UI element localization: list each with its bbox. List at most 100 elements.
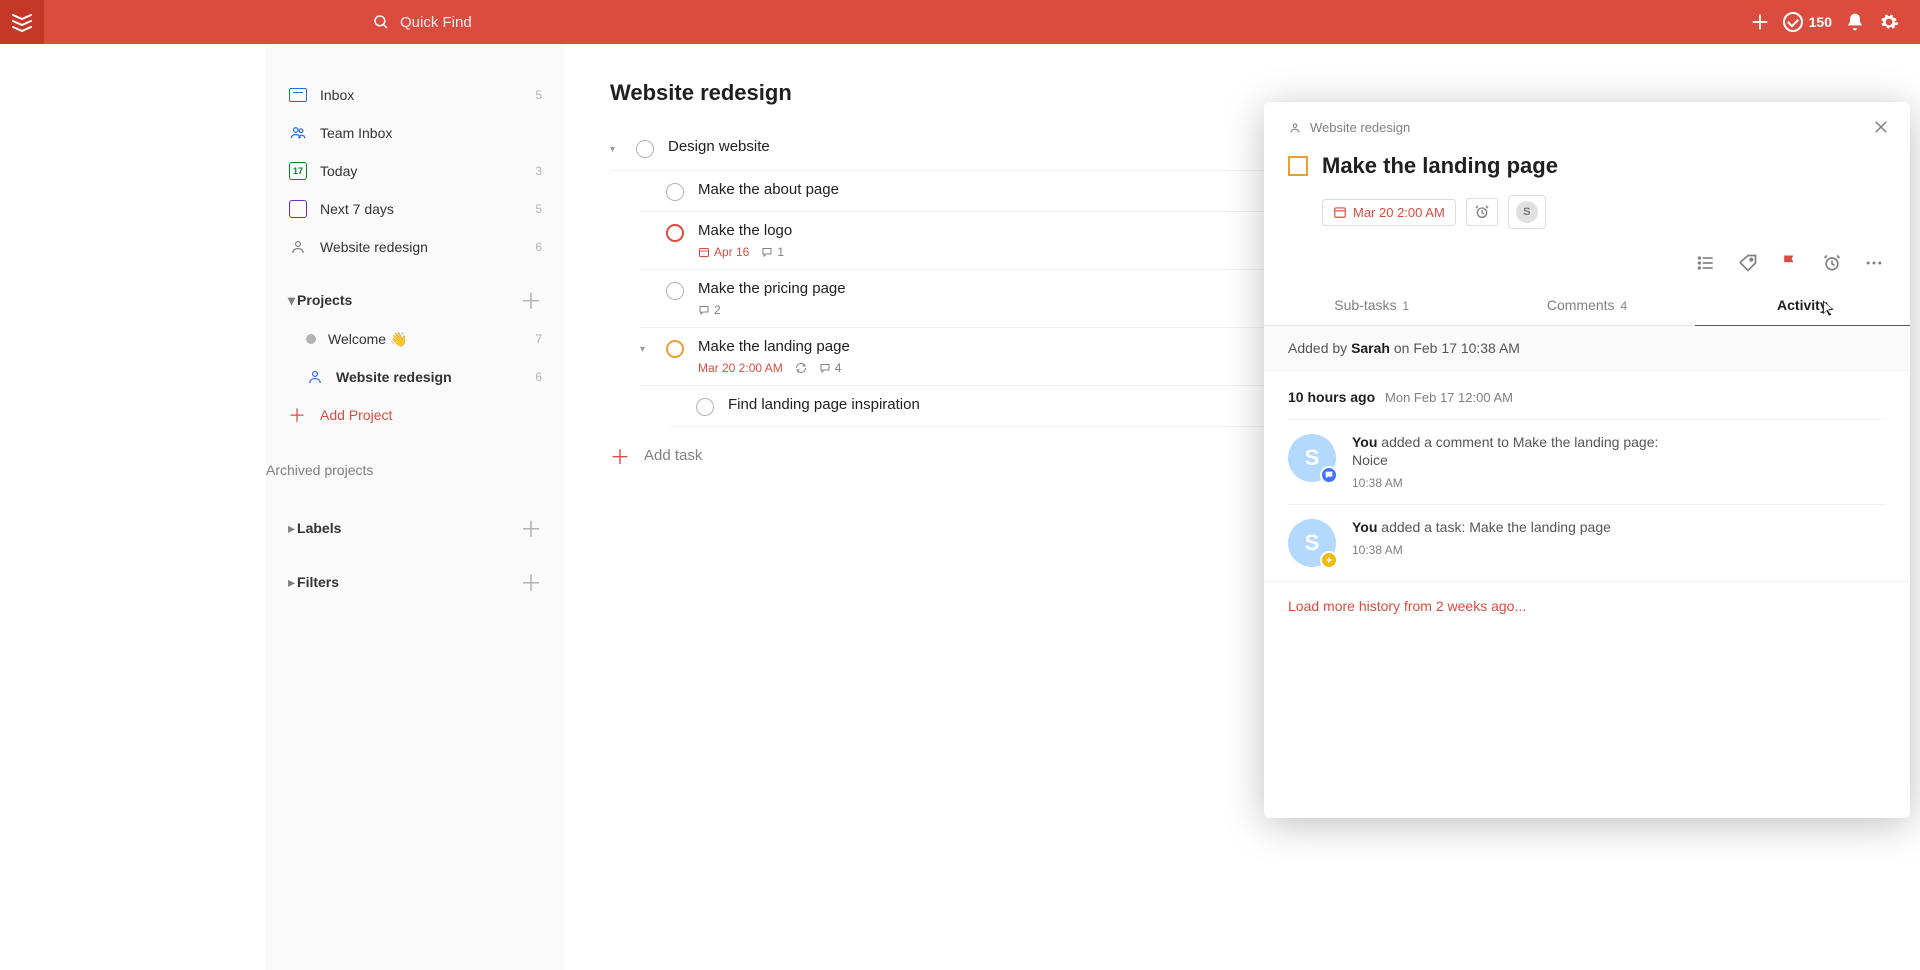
project-welcome-label: Welcome 👋 bbox=[328, 331, 407, 348]
chevron-down-icon[interactable]: ▾ bbox=[640, 344, 652, 355]
assignee-chip[interactable]: S bbox=[1508, 195, 1546, 229]
team-icon bbox=[288, 124, 308, 142]
task-checkbox[interactable] bbox=[636, 140, 654, 158]
notifications-button[interactable] bbox=[1838, 5, 1872, 39]
add-task-button[interactable] bbox=[1743, 5, 1777, 39]
task-checkbox[interactable] bbox=[1288, 156, 1308, 176]
sidebar-next7-label: Next 7 days bbox=[320, 201, 394, 217]
sidebar-item-next-7-days[interactable]: Next 7 days 5 bbox=[266, 190, 564, 228]
add-project-label: Add Project bbox=[320, 407, 392, 423]
chevron-down-icon: ▾ bbox=[288, 292, 295, 309]
task-due-date: Mar 20 2:00 AM bbox=[698, 361, 783, 375]
today-icon: 17 bbox=[288, 162, 308, 180]
recurring-icon bbox=[795, 362, 807, 374]
projects-section-header[interactable]: ▾ Projects ＋ bbox=[266, 280, 564, 320]
filters-section-header[interactable]: ▸ Filters ＋ bbox=[266, 562, 564, 602]
task-checkbox[interactable] bbox=[666, 282, 684, 300]
project-website-redesign-count: 6 bbox=[535, 370, 542, 384]
panel-task-title[interactable]: Make the landing page bbox=[1322, 153, 1558, 179]
breadcrumb-label: Website redesign bbox=[1310, 120, 1410, 135]
task-checkbox[interactable] bbox=[696, 398, 714, 416]
alarm-icon[interactable] bbox=[1820, 251, 1844, 275]
added-by-row: Added by Sarah on Feb 17 10:38 AM bbox=[1264, 326, 1910, 371]
comment-badge-icon bbox=[1320, 466, 1338, 484]
project-website-redesign-label: Website redesign bbox=[336, 369, 452, 385]
topbar: Quick Find 150 bbox=[0, 0, 1920, 44]
task-due-date: Apr 16 bbox=[698, 245, 749, 259]
search-icon bbox=[372, 13, 390, 31]
task-checkbox[interactable] bbox=[666, 183, 684, 201]
tag-icon[interactable] bbox=[1736, 251, 1760, 275]
karma-indicator[interactable]: 150 bbox=[1777, 12, 1838, 32]
reminder-chip[interactable] bbox=[1466, 198, 1498, 226]
more-icon[interactable] bbox=[1862, 251, 1886, 275]
activity-scroll[interactable]: Added by Sarah on Feb 17 10:38 AM 10 hou… bbox=[1264, 326, 1910, 818]
calendar-icon bbox=[1333, 205, 1347, 219]
chevron-right-icon: ▸ bbox=[288, 520, 295, 537]
assignee-avatar: S bbox=[1516, 201, 1538, 223]
shared-project-icon bbox=[306, 368, 324, 386]
main-content: Website redesign ▾ Design website ▾ Make… bbox=[564, 44, 1920, 970]
panel-action-bar bbox=[1264, 229, 1910, 275]
activity-time: 10:38 AM bbox=[1352, 543, 1886, 557]
settings-button[interactable] bbox=[1872, 5, 1906, 39]
activity-time: 10:38 AM bbox=[1352, 476, 1886, 490]
next7-icon bbox=[288, 200, 308, 218]
karma-points: 150 bbox=[1809, 14, 1832, 30]
person-icon bbox=[1288, 121, 1302, 135]
close-button[interactable] bbox=[1872, 118, 1890, 136]
due-date-chip[interactable]: Mar 20 2:00 AM bbox=[1322, 199, 1456, 226]
project-dot-icon bbox=[306, 334, 316, 344]
load-more-label: Load more history from 2 weeks ago... bbox=[1288, 598, 1526, 614]
shared-project-icon bbox=[288, 238, 308, 256]
task-checkbox[interactable] bbox=[666, 224, 684, 242]
sidebar-left-margin bbox=[0, 44, 266, 970]
sidebar-item-website-redesign-top[interactable]: Website redesign 6 bbox=[266, 228, 564, 266]
avatar: S bbox=[1288, 519, 1336, 567]
app-logo[interactable] bbox=[0, 0, 44, 44]
list-icon[interactable] bbox=[1694, 251, 1718, 275]
sidebar-next7-count: 5 bbox=[535, 202, 542, 216]
archived-projects-link[interactable]: Archived projects bbox=[266, 462, 564, 478]
tab-subtasks[interactable]: Sub-tasks 1 bbox=[1264, 285, 1479, 326]
tab-comments[interactable]: Comments 4 bbox=[1479, 285, 1694, 326]
task-checkbox[interactable] bbox=[666, 340, 684, 358]
activity-text: You added a task: Make the landing page bbox=[1352, 519, 1886, 535]
plus-icon: ＋ bbox=[610, 441, 628, 470]
add-label-button[interactable]: ＋ bbox=[520, 512, 542, 544]
chevron-right-icon: ▸ bbox=[288, 574, 295, 591]
sidebar: Inbox 5 Team Inbox 17 Today 3 Next 7 day… bbox=[266, 44, 564, 970]
sidebar-inbox-label: Inbox bbox=[320, 87, 354, 103]
sidebar-today-count: 3 bbox=[535, 164, 542, 178]
flag-icon[interactable] bbox=[1778, 251, 1802, 275]
tab-activity[interactable]: Activity bbox=[1695, 285, 1910, 326]
sidebar-item-today[interactable]: 17 Today 3 bbox=[266, 152, 564, 190]
archived-projects-label: Archived projects bbox=[266, 462, 373, 478]
add-filter-button[interactable]: ＋ bbox=[520, 566, 542, 598]
project-item-welcome[interactable]: Welcome 👋 7 bbox=[266, 320, 564, 358]
plus-icon: ＋ bbox=[288, 402, 306, 428]
breadcrumb[interactable]: Website redesign bbox=[1288, 120, 1886, 135]
labels-section-header[interactable]: ▸ Labels ＋ bbox=[266, 508, 564, 548]
quick-find[interactable]: Quick Find bbox=[364, 9, 584, 35]
task-comment-count: 1 bbox=[761, 245, 784, 259]
projects-header-label: Projects bbox=[297, 292, 352, 308]
sidebar-item-inbox[interactable]: Inbox 5 bbox=[266, 76, 564, 114]
add-project-inline-button[interactable]: ＋ bbox=[520, 284, 542, 316]
project-welcome-count: 7 bbox=[535, 332, 542, 346]
avatar: S bbox=[1288, 434, 1336, 482]
task-detail-panel: Website redesign Make the landing page M… bbox=[1264, 102, 1910, 818]
task-comment-count: 4 bbox=[819, 361, 842, 375]
activity-group-header: 10 hours ago Mon Feb 17 12:00 AM bbox=[1288, 389, 1886, 405]
sidebar-team-inbox-label: Team Inbox bbox=[320, 125, 392, 141]
task-comment-count: 2 bbox=[698, 303, 721, 317]
filters-header-label: Filters bbox=[297, 574, 339, 590]
load-more-history[interactable]: Load more history from 2 weeks ago... bbox=[1264, 581, 1910, 638]
project-item-website-redesign[interactable]: Website redesign 6 bbox=[266, 358, 564, 396]
activity-comment-body: Noice bbox=[1352, 452, 1886, 468]
activity-item-comment: S You added a comment to Make the landin… bbox=[1288, 419, 1886, 504]
chevron-down-icon[interactable]: ▾ bbox=[610, 144, 622, 155]
labels-header-label: Labels bbox=[297, 520, 341, 536]
add-project-button[interactable]: ＋ Add Project bbox=[266, 396, 564, 434]
sidebar-item-team-inbox[interactable]: Team Inbox bbox=[266, 114, 564, 152]
